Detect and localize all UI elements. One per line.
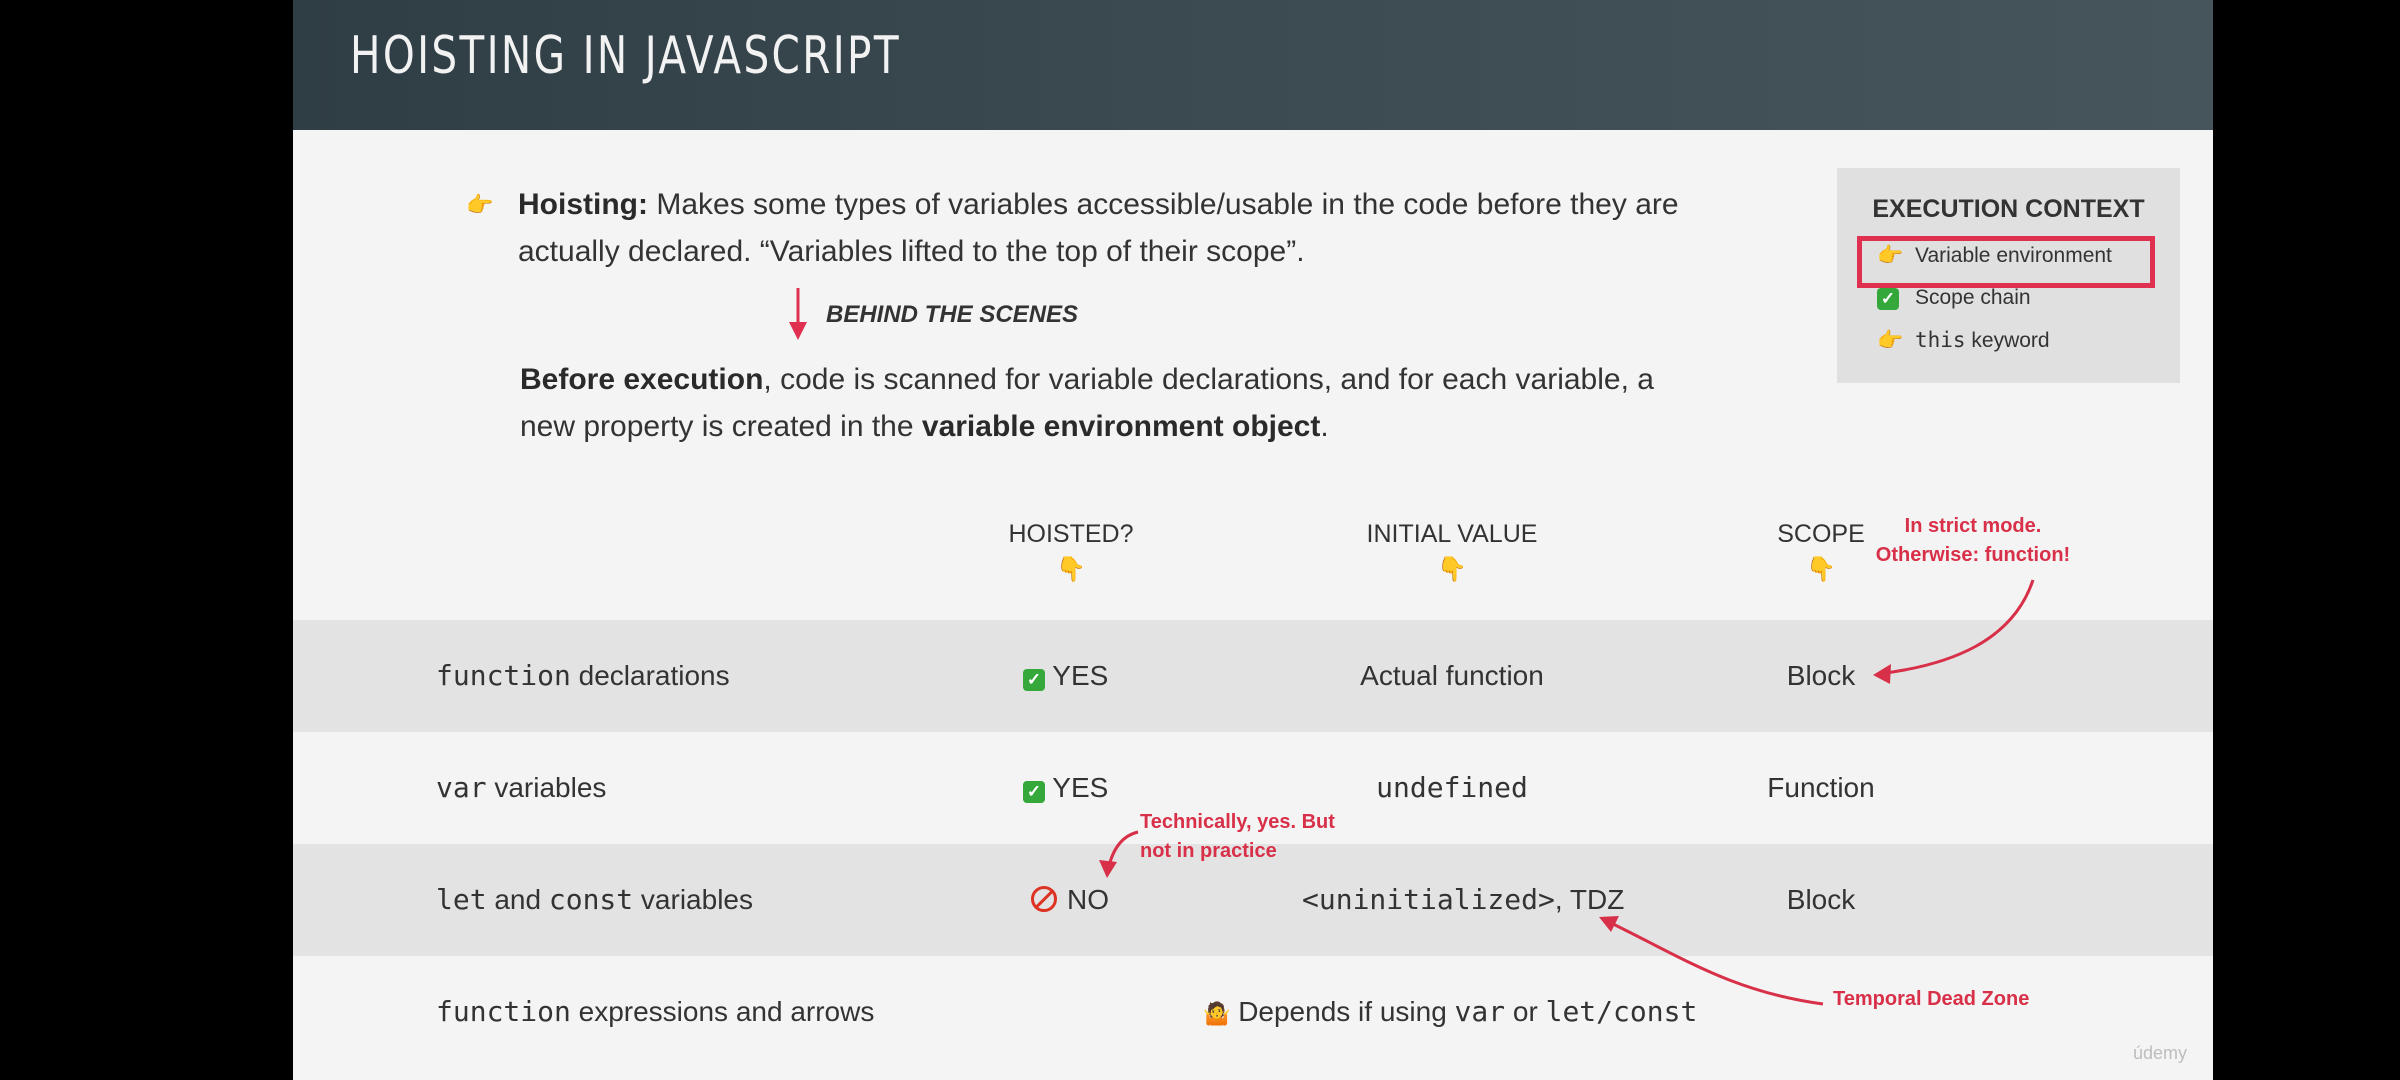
label-text: variables — [633, 884, 753, 915]
hoisted-cell: NO — [1031, 844, 1109, 956]
table-row: function expressions and arrows 🤷 Depend… — [293, 956, 2213, 1068]
label-text: variables — [486, 772, 607, 803]
depends-text: Depends if using — [1238, 996, 1455, 1027]
scope-cell: Block — [1786, 884, 1856, 915]
before-execution-text: Before execution, code is scanned for va… — [520, 356, 1690, 450]
code: const — [548, 883, 634, 916]
row-label: function expressions and arrows — [436, 956, 874, 1068]
scope-cell: Block — [1786, 660, 1856, 691]
hoisted-value: YES — [1052, 772, 1109, 803]
table-row: function declarations ✓ YES Actual funct… — [293, 620, 2213, 732]
pointing-down-icon: 👇 — [1056, 556, 1086, 583]
check-icon: ✓ — [1877, 288, 1899, 310]
ec-item-label: keyword — [1965, 329, 2050, 352]
execution-context-title: EXECUTION CONTEXT — [1872, 195, 2145, 223]
prohibited-icon — [1031, 886, 1057, 912]
hoisted-cell: ✓ YES — [1023, 732, 1108, 844]
ec-item-label: Scope chain — [1915, 286, 2031, 309]
note-line: not in practice — [1140, 840, 1277, 862]
check-icon-wrap: ✓ — [1877, 286, 1915, 310]
hoisting-term: Hoisting: — [518, 188, 648, 221]
slide: Hoisting in JavaScript 👉 Hoisting: Makes… — [293, 0, 2213, 1080]
code: var — [436, 771, 487, 804]
depends-cell: 🤷 Depends if using var or let/const — [1203, 956, 1697, 1068]
hoisted-cell: ✓ YES — [1023, 620, 1108, 732]
row-label: function declarations — [436, 620, 730, 732]
code: <uninitialized> — [1302, 883, 1555, 916]
code: function — [436, 995, 571, 1028]
technically-note: Technically, yes. But not in practice — [1140, 808, 1370, 866]
note-line: Technically, yes. But — [1140, 811, 1335, 833]
ec-item-label: Variable environment — [1915, 244, 2112, 267]
header-text: INITIAL VALUE — [1366, 520, 1538, 548]
check-icon: ✓ — [1023, 781, 1045, 803]
hoisted-value: NO — [1067, 884, 1109, 915]
note-line: In strict mode. — [1904, 515, 2042, 537]
strict-mode-note: In strict mode. Otherwise: function! — [1873, 512, 2073, 570]
label-text: declarations — [570, 660, 730, 691]
pointing-hand-icon: 👉 — [466, 192, 494, 217]
ec-item-scope-chain: ✓ Scope chain — [1877, 286, 2031, 310]
pointing-hand-icon: 👉 — [1877, 244, 1904, 267]
hoisting-text: Makes some types of variables accessible… — [518, 188, 1679, 268]
row-label: var variables — [436, 732, 606, 844]
row-label: let and const variables — [436, 844, 753, 956]
column-header-hoisted: HOISTED? 👇 — [921, 520, 1221, 584]
tdz-note: Temporal Dead Zone — [1833, 988, 2030, 1010]
header-text: SCOPE — [1777, 520, 1865, 548]
label-text: expressions and arrows — [570, 996, 875, 1027]
pointing-down-icon: 👇 — [1437, 556, 1467, 583]
this-code: this — [1915, 328, 1966, 352]
scope-cell: Function — [1767, 772, 1875, 803]
shrug-icon: 🤷 — [1203, 1001, 1231, 1026]
slide-header: Hoisting in JavaScript — [293, 0, 2213, 130]
before-execution-term: Before execution — [520, 363, 764, 396]
slide-title: Hoisting in JavaScript — [350, 26, 901, 86]
code: let — [436, 883, 487, 916]
arrow-down-icon — [789, 288, 807, 340]
behind-the-scenes-label: BEHIND THE SCENES — [826, 301, 1079, 328]
variable-env-object-term: variable environment object — [921, 410, 1321, 443]
header-text: HOISTED? — [1008, 520, 1134, 548]
check-icon: ✓ — [1023, 669, 1045, 691]
ec-item-variable-environment: 👉 Variable environment — [1877, 244, 2112, 268]
hoisted-value: YES — [1052, 660, 1109, 691]
hoisting-definition: Hoisting: Makes some types of variables … — [518, 181, 1688, 275]
execution-context-box: EXECUTION CONTEXT 👉 Variable environment … — [1837, 168, 2180, 383]
ec-item-this-keyword: 👉 this keyword — [1877, 328, 2050, 353]
code: function — [436, 659, 571, 692]
depends-text: or — [1505, 996, 1546, 1027]
period: . — [1320, 410, 1329, 443]
initial-value-cell: Actual function — [1360, 660, 1544, 691]
label-text: and — [486, 884, 549, 915]
code: let/const — [1545, 995, 1698, 1028]
udemy-watermark: údemy — [2133, 1043, 2188, 1063]
note-line: Otherwise: function! — [1875, 544, 2071, 566]
initial-rest: , TDZ — [1554, 884, 1625, 915]
code: var — [1454, 995, 1506, 1028]
pointing-hand-icon: 👉 — [1877, 329, 1904, 352]
column-header-initial-value: INITIAL VALUE 👇 — [1302, 520, 1602, 584]
